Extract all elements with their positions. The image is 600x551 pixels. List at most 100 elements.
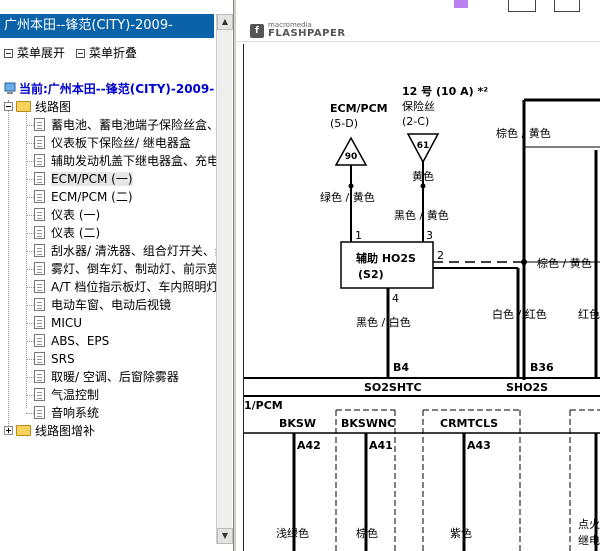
navigation-panel: 广州本田--锋范(CITY)-2009- 菜单展开 菜单折叠 当前:广州本田--… (0, 0, 234, 551)
folder-open-icon (16, 101, 31, 112)
fuse-name: 保险丝 (402, 99, 435, 113)
document-icon (34, 334, 45, 347)
tree-item[interactable]: A/T 档位指示板灯、车内照明灯、 (26, 278, 231, 296)
tree-item-label: 取暖/ 空调、后窗除雾器 (51, 370, 179, 384)
document-icon (34, 298, 45, 311)
expand-icon (4, 48, 13, 58)
tree-item-label: 电动车窗、电动后视镜 (51, 298, 172, 312)
panel-title: 广州本田--锋范(CITY)-2009- (0, 14, 214, 38)
fuse-number: 61 (417, 141, 430, 151)
tree-item[interactable]: 音响系统 (26, 404, 100, 422)
document-icon (34, 406, 45, 419)
pin-1: 1 (355, 229, 362, 242)
tree-item-label: 雾灯、倒车灯、制动灯、前示宽灯 (51, 262, 232, 276)
tree-root-label: 当前:广州本田--锋范(CITY)-2009- (19, 82, 215, 96)
tree-item[interactable]: 仪表 (二) (26, 224, 101, 242)
wire-label-white-red: 白色 / 红色 (492, 307, 547, 321)
document-icon (34, 352, 45, 365)
tree-item[interactable]: ABS、EPS (26, 332, 109, 350)
tree-item-label: 仪表 (二) (51, 226, 101, 240)
wire-label-brown-yellow-top: 棕色 / 黄色 (496, 126, 551, 140)
pin-a42: A42 (297, 439, 321, 452)
tree-item[interactable]: SRS (26, 350, 75, 368)
document-icon (34, 280, 45, 293)
ecm-sublabel: (5-D) (330, 117, 358, 130)
wire-label-brown: 棕色 (356, 526, 378, 540)
wire-label-purple: 紫色 (450, 526, 472, 540)
document-icon (34, 316, 45, 329)
document-icon (34, 154, 45, 167)
document-viewer: f macromedia FLASHPAPER ECM/PCM (5-D) 90… (236, 0, 600, 551)
wire-label-green-yellow: 绿色 / 黄色 (320, 190, 375, 204)
document-icon (34, 190, 45, 203)
tree-folder-label: 线路图 (35, 100, 72, 114)
pcm-label: 1/PCM (244, 399, 283, 412)
wire-label-yellow: 黄色 (412, 169, 434, 183)
wire-label-brown-yellow-right: 棕色 / 黄色 (537, 256, 592, 270)
folder-icon (16, 425, 31, 436)
pin-2: 2 (437, 249, 444, 262)
tree-item-label: 仪表 (一) (51, 208, 101, 222)
pin-4: 4 (392, 292, 399, 305)
tree-folder-label: 线路图增补 (35, 424, 96, 438)
tree-item[interactable]: ECM/PCM (二) (26, 188, 133, 206)
note-partial-1: 点火 (578, 518, 600, 531)
document-icon (34, 370, 45, 383)
tree-item[interactable]: 仪表板下保险丝/ 继电器盒 (26, 134, 191, 152)
tree-item-label: 刮水器/ 清洗器、组合灯开关、线 (51, 244, 227, 258)
signal-crmtcls: CRMTCLS (440, 417, 498, 430)
vertical-scrollbar[interactable]: ▲ ▼ (216, 14, 233, 544)
tree-item[interactable]: 雾灯、倒车灯、制动灯、前示宽灯 (26, 260, 232, 278)
collapse-toggle-icon[interactable] (4, 102, 13, 111)
tree-folder-wiring[interactable]: 线路图 (4, 98, 71, 116)
collapse-icon (76, 48, 85, 58)
document-icon (34, 244, 45, 257)
expand-toggle-icon[interactable] (4, 426, 13, 435)
tree-item[interactable]: MICU (26, 314, 83, 332)
tree-item[interactable]: 仪表 (一) (26, 206, 101, 224)
tree-item[interactable]: 取暖/ 空调、后窗除雾器 (26, 368, 179, 386)
tree-item[interactable]: 刮水器/ 清洗器、组合灯开关、线 (26, 242, 227, 260)
wire-label-black-white: 黑色 / 白色 (356, 315, 411, 329)
tree-item-label: ECM/PCM (一) (51, 172, 133, 186)
signal-so2shtc: SO2SHTC (364, 381, 422, 394)
note-partial-2: 继电 (578, 534, 600, 547)
tree-item-label: A/T 档位指示板灯、车内照明灯、 (51, 280, 231, 294)
tree-item-label: ECM/PCM (二) (51, 190, 133, 204)
signal-bksw: BKSW (279, 417, 316, 430)
pin-3: 3 (426, 229, 433, 242)
tree-root[interactable]: 当前:广州本田--锋范(CITY)-2009- (4, 80, 214, 98)
tree-item-label: 辅助发动机盖下继电器盒、充电系 (51, 154, 232, 168)
collapse-all-button[interactable]: 菜单折叠 (76, 44, 137, 62)
signal-sho2s: SHO2S (506, 381, 548, 394)
tree-item[interactable]: 辅助发动机盖下继电器盒、充电系 (26, 152, 232, 170)
wiring-diagram: ECM/PCM (5-D) 90 12 号 (10 A) *² 保险丝 (2-C… (244, 85, 600, 551)
fuse-label: 12 号 (10 A) *² (402, 85, 488, 98)
sensor-box (340, 241, 434, 289)
ecm-number: 90 (345, 152, 358, 162)
tree-view: 当前:广州本田--锋范(CITY)-2009- 线路图 蓄电池、蓄电池端子保险丝… (0, 78, 232, 544)
tree-item-label: MICU (51, 316, 83, 330)
tree-item[interactable]: 气温控制 (26, 386, 99, 404)
collapse-all-label: 菜单折叠 (89, 46, 138, 60)
connector-b4: B4 (393, 361, 409, 374)
tree-folder-supplement[interactable]: 线路图增补 (4, 422, 95, 440)
expand-all-button[interactable]: 菜单展开 (4, 44, 65, 62)
tree-item-label: 蓄电池、蓄电池端子保险丝盒、仪 (51, 118, 232, 132)
sensor-label: 辅助 HO2S (356, 251, 416, 265)
computer-icon (4, 82, 16, 94)
scroll-down-button[interactable]: ▼ (217, 528, 233, 544)
document-icon (34, 262, 45, 275)
tree-item[interactable]: ECM/PCM (一) (26, 170, 133, 188)
tree-item-label: SRS (51, 352, 75, 366)
pin-a41: A41 (369, 439, 393, 452)
document-icon (34, 226, 45, 239)
scroll-up-button[interactable]: ▲ (217, 14, 233, 30)
tree-item[interactable]: 蓄电池、蓄电池端子保险丝盒、仪 (26, 116, 232, 134)
wire-label-black-yellow: 黑色 / 黄色 (394, 208, 449, 222)
fuse-sublabel: (2-C) (402, 115, 429, 128)
tree-item-label: 音响系统 (51, 406, 100, 420)
document-icon (34, 136, 45, 149)
document-icon (34, 172, 45, 185)
tree-item[interactable]: 电动车窗、电动后视镜 (26, 296, 172, 314)
